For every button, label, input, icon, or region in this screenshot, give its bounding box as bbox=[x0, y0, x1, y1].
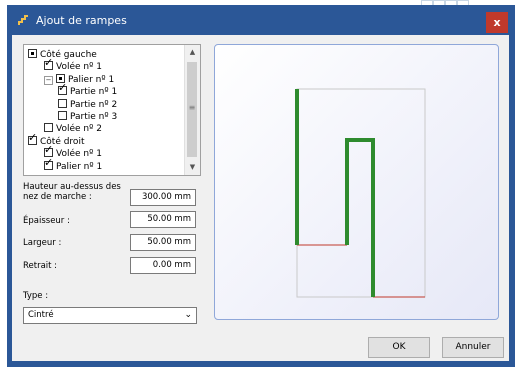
epaisseur-label: Épaisseur : bbox=[23, 216, 70, 226]
tree-checkbox[interactable] bbox=[44, 57, 53, 71]
tree-checkbox[interactable] bbox=[58, 98, 67, 108]
type-select-value: Cintré bbox=[28, 310, 54, 320]
tree-item-label: Partie nº 1 bbox=[70, 87, 118, 98]
largeur-label: Largeur : bbox=[23, 238, 62, 248]
scroll-up-icon[interactable]: ▲ bbox=[185, 45, 200, 60]
preview-outline bbox=[296, 88, 426, 298]
retrait-label: Retrait : bbox=[23, 261, 58, 271]
tree-item[interactable]: Partie nº 3 bbox=[58, 111, 117, 123]
ramp-tree[interactable]: Côté gaucheVolée nº 1−Palier nº 1Partie … bbox=[23, 44, 201, 176]
tree-scrollbar[interactable]: ▲ ≡ ▼ bbox=[184, 45, 200, 175]
hauteur-input[interactable]: 300.00 mm bbox=[130, 189, 196, 206]
dialog-window: Ajout de rampes x Côté gaucheVolée nº 1−… bbox=[7, 5, 515, 367]
dialog-body: Côté gaucheVolée nº 1−Palier nº 1Partie … bbox=[12, 35, 509, 361]
tree-item-label: Volée nº 2 bbox=[56, 124, 102, 135]
tree-item[interactable]: Partie nº 1 bbox=[58, 82, 118, 98]
tree-checkbox[interactable] bbox=[44, 157, 53, 170]
epaisseur-input[interactable]: 50.00 mm bbox=[130, 211, 196, 228]
scroll-down-icon[interactable]: ▼ bbox=[185, 160, 200, 175]
close-button[interactable]: x bbox=[486, 12, 508, 33]
tree-item-label: Partie nº 3 bbox=[70, 112, 118, 122]
right-rail bbox=[345, 138, 375, 297]
grip-icon: ≡ bbox=[188, 103, 196, 112]
tree-checkbox[interactable] bbox=[44, 123, 53, 133]
app-stair-icon bbox=[18, 15, 28, 25]
ok-button[interactable]: OK bbox=[368, 337, 430, 358]
ramp-preview bbox=[214, 44, 499, 320]
preview-drawing bbox=[295, 88, 426, 298]
tree-item[interactable]: Volée nº 2 bbox=[44, 123, 102, 135]
tree-item[interactable]: Côté gauche bbox=[28, 49, 97, 61]
title-bar[interactable]: Ajout de rampes x bbox=[7, 5, 515, 35]
tree-item-label: Partie nº 2 bbox=[70, 99, 118, 110]
tree-checkbox[interactable] bbox=[58, 82, 67, 96]
tree-item-label: Volée nº 1 bbox=[56, 149, 102, 160]
hauteur-label: Hauteur au-dessus des nez de marche : bbox=[23, 182, 121, 202]
type-select[interactable]: Cintré ⌄ bbox=[23, 307, 197, 324]
chevron-down-icon: ⌄ bbox=[184, 310, 192, 320]
cancel-button[interactable]: Annuler bbox=[442, 337, 504, 358]
collapse-icon[interactable]: − bbox=[44, 75, 53, 85]
tree-item[interactable]: Côté droit bbox=[28, 132, 84, 148]
tree-checkbox[interactable] bbox=[58, 111, 67, 120]
window-title: Ajout de rampes bbox=[36, 14, 127, 27]
tree-item-label: Palier nº 1 bbox=[68, 74, 115, 85]
type-label: Type : bbox=[23, 291, 49, 301]
tree-item[interactable]: Volée nº 1 bbox=[44, 57, 102, 73]
tree-item[interactable]: Palier nº 1 bbox=[44, 157, 103, 173]
tree-checkbox[interactable] bbox=[28, 132, 37, 145]
tree-item-label: Volée nº 1 bbox=[56, 62, 102, 73]
retrait-input[interactable]: 0.00 mm bbox=[130, 257, 196, 274]
tree-item[interactable]: Partie nº 2 bbox=[58, 98, 118, 111]
tree-checkbox[interactable] bbox=[28, 49, 37, 58]
scroll-thumb[interactable]: ≡ bbox=[187, 62, 197, 157]
tree-item[interactable]: − Palier nº 1 bbox=[44, 73, 115, 86]
largeur-input[interactable]: 50.00 mm bbox=[130, 234, 196, 251]
tree-item-label: Palier nº 1 bbox=[56, 161, 103, 172]
